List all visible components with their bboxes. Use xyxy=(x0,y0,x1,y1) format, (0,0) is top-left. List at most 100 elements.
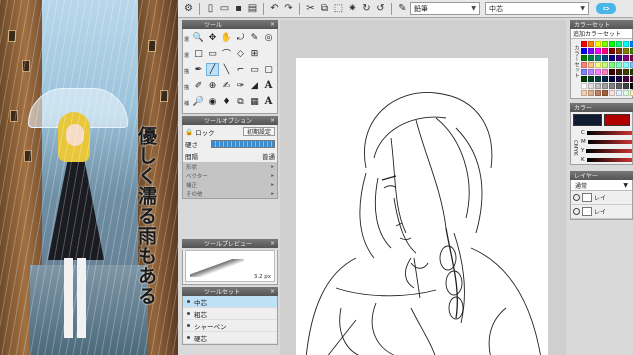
redo-icon[interactable]: ↷ xyxy=(282,2,295,15)
tool-button-icon[interactable]: ▭ xyxy=(206,47,219,60)
color-swatch[interactable] xyxy=(581,48,587,54)
color-swatch[interactable] xyxy=(595,48,601,54)
color-swatch[interactable] xyxy=(616,90,622,96)
color-swatch[interactable] xyxy=(581,69,587,75)
sub-color-box[interactable] xyxy=(604,114,630,126)
main-color-box[interactable] xyxy=(573,114,603,126)
hardness-slider[interactable] xyxy=(211,140,275,148)
close-icon[interactable]: × xyxy=(270,288,275,295)
color-swatch[interactable] xyxy=(623,76,629,82)
layer-row[interactable]: レイ xyxy=(571,191,632,205)
tool-button-icon[interactable]: ⤾ xyxy=(234,31,247,44)
tool-button-icon[interactable]: ⊞ xyxy=(248,47,261,60)
color-swatch[interactable] xyxy=(623,62,629,68)
tool-set-item[interactable]: 硬芯 xyxy=(183,332,277,344)
tool-button-icon[interactable]: ✎ xyxy=(248,31,261,44)
color-swatch[interactable] xyxy=(623,90,629,96)
gear-icon[interactable]: ⚙ xyxy=(182,2,195,15)
tool-button-icon[interactable]: ✍ xyxy=(220,79,233,92)
color-swatch[interactable] xyxy=(595,76,601,82)
color-swatch[interactable] xyxy=(602,48,608,54)
color-swatch[interactable] xyxy=(609,76,615,82)
color-swatch[interactable] xyxy=(616,69,622,75)
tool-button-icon[interactable]: ◢ xyxy=(248,79,261,92)
visibility-icon[interactable] xyxy=(573,208,580,215)
toggle-badge[interactable]: ⇔ xyxy=(596,3,616,14)
lock-icon[interactable]: 🔒 xyxy=(185,128,193,136)
tool-button-icon[interactable]: A xyxy=(262,95,275,108)
tool-button-icon[interactable]: ⧉ xyxy=(234,95,247,108)
layer-header[interactable]: レイヤー xyxy=(570,171,633,180)
channel-slider[interactable] xyxy=(587,139,632,144)
tool-button-icon[interactable]: 🔍 xyxy=(192,31,205,44)
color-swatch[interactable] xyxy=(602,41,608,47)
open-icon[interactable]: ▭ xyxy=(218,2,231,15)
layer-row[interactable]: レイ xyxy=(571,205,632,219)
color-swatch[interactable] xyxy=(623,55,629,61)
tool-button-icon[interactable]: ╱ xyxy=(206,63,219,76)
tool-button-icon[interactable]: ▭ xyxy=(248,63,261,76)
color-set-header[interactable]: カラーセット xyxy=(570,20,633,29)
print-icon[interactable]: ▤ xyxy=(246,2,259,15)
color-swatch[interactable] xyxy=(602,76,608,82)
color-swatch[interactable] xyxy=(616,55,622,61)
color-swatch[interactable] xyxy=(595,55,601,61)
color-swatch[interactable] xyxy=(581,90,587,96)
color-swatch[interactable] xyxy=(588,90,594,96)
tool-button-icon[interactable]: ◎ xyxy=(262,31,275,44)
color-swatch[interactable] xyxy=(609,41,615,47)
spacing-value[interactable]: 普通 xyxy=(262,151,275,161)
tool-button-icon[interactable]: A xyxy=(262,79,275,92)
color-swatch[interactable] xyxy=(581,76,587,82)
color-mixer-header[interactable]: カラー xyxy=(570,103,633,112)
color-swatch[interactable] xyxy=(602,90,608,96)
color-swatch[interactable] xyxy=(588,83,594,89)
color-swatch[interactable] xyxy=(595,62,601,68)
preset-select[interactable]: 中芯 ▼ xyxy=(485,2,589,15)
color-swatch[interactable] xyxy=(616,41,622,47)
color-swatch[interactable] xyxy=(623,83,629,89)
select-icon[interactable]: ⬚ xyxy=(332,2,345,15)
undo-icon[interactable]: ↶ xyxy=(268,2,281,15)
color-swatch[interactable] xyxy=(616,83,622,89)
transform-icon[interactable]: ✷ xyxy=(346,2,359,15)
tool-button-icon[interactable]: ✐ xyxy=(192,79,205,92)
color-swatch[interactable] xyxy=(609,48,615,54)
color-swatch[interactable] xyxy=(616,76,622,82)
tool-panel-header[interactable]: ツール × xyxy=(182,20,278,29)
color-swatch[interactable] xyxy=(581,55,587,61)
copy-icon[interactable]: ⧉ xyxy=(318,2,331,15)
tool-options-header[interactable]: ツールオプション × xyxy=(182,116,278,125)
close-icon[interactable]: × xyxy=(270,21,275,28)
color-swatch[interactable] xyxy=(602,62,608,68)
tool-button-icon[interactable]: ⌐ xyxy=(234,63,247,76)
rotate-icon[interactable]: ↻ xyxy=(360,2,373,15)
tool-button-icon[interactable]: ╲ xyxy=(220,63,233,76)
brush-select[interactable]: 鉛筆 ▼ xyxy=(410,2,480,15)
tool-button-icon[interactable]: ♦ xyxy=(220,95,233,108)
color-swatch[interactable] xyxy=(581,62,587,68)
tool-button-icon[interactable]: ◉ xyxy=(206,95,219,108)
color-swatch[interactable] xyxy=(623,69,629,75)
color-set-select[interactable]: 追加カラーセット xyxy=(571,29,632,39)
tool-button-icon[interactable]: ✥ xyxy=(206,31,219,44)
color-swatch[interactable] xyxy=(609,55,615,61)
correction-section[interactable]: 補正 ▸ xyxy=(183,180,277,189)
close-icon[interactable]: × xyxy=(270,240,275,247)
color-swatch[interactable] xyxy=(595,83,601,89)
blend-mode-select[interactable]: 通常 ▼ xyxy=(571,180,632,191)
color-swatch[interactable] xyxy=(595,90,601,96)
tool-button-icon[interactable]: □ xyxy=(192,47,205,60)
channel-slider[interactable] xyxy=(586,157,632,162)
color-swatch[interactable] xyxy=(588,48,594,54)
tool-set-item[interactable]: 粗芯 xyxy=(183,308,277,320)
canvas-area[interactable] xyxy=(280,20,566,355)
shape-section[interactable]: 形状 ▸ xyxy=(183,162,277,171)
tool-button-icon[interactable]: ▢ xyxy=(262,63,275,76)
tool-button-icon[interactable]: ⊕ xyxy=(206,79,219,92)
color-swatch[interactable] xyxy=(616,62,622,68)
color-swatch[interactable] xyxy=(616,48,622,54)
color-swatch[interactable] xyxy=(595,41,601,47)
color-swatch[interactable] xyxy=(609,83,615,89)
color-swatch[interactable] xyxy=(595,69,601,75)
